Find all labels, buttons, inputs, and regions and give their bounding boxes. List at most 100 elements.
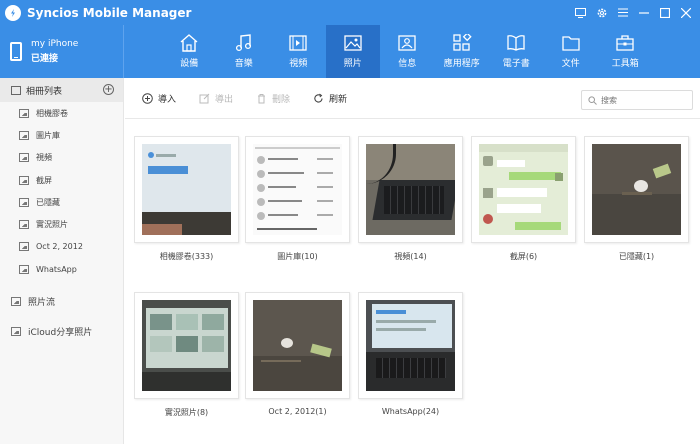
menu-icon[interactable]: [612, 0, 633, 25]
book-icon: [507, 35, 525, 51]
sidebar-item-label: iCloud分享照片: [28, 327, 93, 338]
export-label: 導出: [215, 95, 234, 105]
search-box[interactable]: [581, 90, 693, 110]
tab-bar: 設備 音樂 視頻 照片 信息 應用程序 電子書 文件 工具箱: [162, 25, 653, 78]
sidebar-item-videos[interactable]: 視頻: [0, 147, 123, 169]
phone-icon: [10, 42, 22, 61]
syncios-logo-icon: [5, 4, 21, 21]
tab-device[interactable]: 設備: [162, 25, 217, 78]
album-icon: [11, 85, 21, 95]
album-icon: [19, 242, 29, 252]
folder-icon: [562, 36, 580, 51]
tab-music[interactable]: 音樂: [217, 25, 272, 78]
album-thumbnail: [142, 300, 231, 391]
toolbox-icon: [616, 35, 634, 51]
album-card-whatsapp[interactable]: WhatsApp(24): [358, 292, 463, 416]
tab-toolbox[interactable]: 工具箱: [598, 25, 653, 78]
toolbar: 導入 導出 刪除 刷新: [125, 78, 700, 119]
tab-label: 信息: [398, 59, 417, 69]
tab-photos[interactable]: 照片: [325, 25, 380, 78]
sidebar-item-label: Oct 2, 2012: [36, 242, 83, 252]
device-panel[interactable]: my iPhone 已連接: [0, 25, 124, 78]
close-icon[interactable]: [675, 0, 696, 25]
photo-icon: [344, 35, 362, 51]
tab-label: 工具箱: [611, 59, 639, 69]
album-card-oct-2012[interactable]: Oct 2, 2012(1): [245, 292, 350, 416]
monitor-icon[interactable]: [570, 0, 591, 25]
tab-label: 電子書: [502, 59, 530, 69]
tab-label: 音樂: [234, 59, 253, 69]
sidebar-item-photo-library[interactable]: 圖片庫: [0, 124, 123, 146]
album-card-camera-roll[interactable]: 相機膠卷(333): [134, 136, 239, 262]
sidebar: 相冊列表 + 相機膠卷 圖片庫 視頻 截屏 已隱藏 實況照片 Oct 2, 20…: [0, 78, 124, 444]
album-card-live-photos[interactable]: 實況照片(8): [134, 292, 239, 418]
sidebar-item-screenshots[interactable]: 截屏: [0, 169, 123, 191]
album-thumbnail-frame: [471, 136, 576, 243]
album-icon: [11, 296, 21, 306]
apps-icon: [453, 34, 472, 51]
album-thumbnail-frame: [584, 136, 689, 243]
album-thumbnail: [366, 300, 455, 391]
album-grid: 相機膠卷(333) 圖片庫(10) 視頻(14) 截屏(6) 已隱藏(1) 實況…: [125, 120, 700, 444]
album-icon: [19, 108, 29, 118]
album-card-hidden[interactable]: 已隱藏(1): [584, 136, 689, 262]
sidebar-item-hidden[interactable]: 已隱藏: [0, 191, 123, 213]
import-button[interactable]: 導入: [142, 92, 176, 105]
sidebar-item-photo-stream[interactable]: 照片流: [0, 286, 123, 316]
minimize-icon[interactable]: [633, 0, 654, 25]
album-label: WhatsApp(24): [381, 407, 440, 416]
album-icon: [19, 153, 29, 163]
sidebar-item-label: 視頻: [36, 153, 52, 163]
album-label: 相機膠卷(333): [159, 252, 214, 261]
home-icon: [180, 34, 198, 52]
album-thumbnail-frame: [358, 292, 463, 399]
album-label: 視頻(14): [394, 252, 427, 261]
album-list-title: 相冊列表: [26, 86, 63, 97]
album-label: 實況照片(8): [164, 408, 209, 417]
device-status: 已連接: [31, 54, 59, 64]
sidebar-item-camera-roll[interactable]: 相機膠卷: [0, 102, 123, 124]
import-label: 導入: [158, 95, 177, 105]
album-thumbnail: [253, 300, 342, 391]
album-card-photo-library[interactable]: 圖片庫(10): [245, 136, 350, 262]
album-label: 圖片庫(10): [277, 252, 318, 261]
refresh-icon: [314, 93, 323, 103]
app-title: Syncios Mobile Manager: [27, 5, 192, 20]
tab-label: 文件: [561, 59, 580, 69]
delete-button[interactable]: 刪除: [256, 92, 290, 105]
refresh-label: 刷新: [329, 95, 348, 105]
album-icon: [19, 197, 29, 207]
tab-video[interactable]: 視頻: [271, 25, 326, 78]
maximize-icon[interactable]: [654, 0, 675, 25]
gear-icon[interactable]: [591, 0, 612, 25]
sidebar-item-label: 截屏: [36, 175, 52, 185]
device-name: my iPhone: [31, 39, 79, 49]
album-icon: [19, 264, 29, 274]
sidebar-item-label: 已隱藏: [36, 197, 60, 207]
sidebar-item-live-photos[interactable]: 實況照片: [0, 213, 123, 235]
top-navigation: my iPhone 已連接 設備 音樂 視頻 照片 信息 應用程序 電子書 文件…: [0, 25, 700, 78]
album-icon: [19, 130, 29, 140]
sidebar-item-icloud-shared[interactable]: iCloud分享照片: [0, 316, 123, 346]
album-list-header[interactable]: 相冊列表 +: [0, 78, 123, 102]
refresh-button[interactable]: 刷新: [313, 92, 347, 105]
album-label: 截屏(6): [509, 252, 538, 261]
tab-files[interactable]: 文件: [544, 25, 599, 78]
video-icon: [289, 35, 307, 51]
search-input[interactable]: [601, 95, 691, 105]
album-thumbnail-frame: [358, 136, 463, 243]
add-album-icon[interactable]: +: [103, 84, 114, 95]
sidebar-item-label: 照片流: [28, 297, 56, 308]
tab-contacts[interactable]: 信息: [380, 25, 435, 78]
export-button[interactable]: 導出: [199, 92, 233, 105]
trash-icon: [258, 94, 265, 104]
music-icon: [235, 34, 251, 52]
sidebar-item-oct-2012[interactable]: Oct 2, 2012: [0, 236, 123, 258]
sidebar-item-whatsapp[interactable]: WhatsApp: [0, 258, 123, 280]
tab-label: 應用程序: [443, 59, 480, 69]
album-card-videos[interactable]: 視頻(14): [358, 136, 463, 262]
album-thumbnail: [253, 144, 342, 235]
tab-ebooks[interactable]: 電子書: [489, 25, 544, 78]
tab-apps[interactable]: 應用程序: [435, 25, 490, 78]
album-card-screenshots[interactable]: 截屏(6): [471, 136, 576, 262]
